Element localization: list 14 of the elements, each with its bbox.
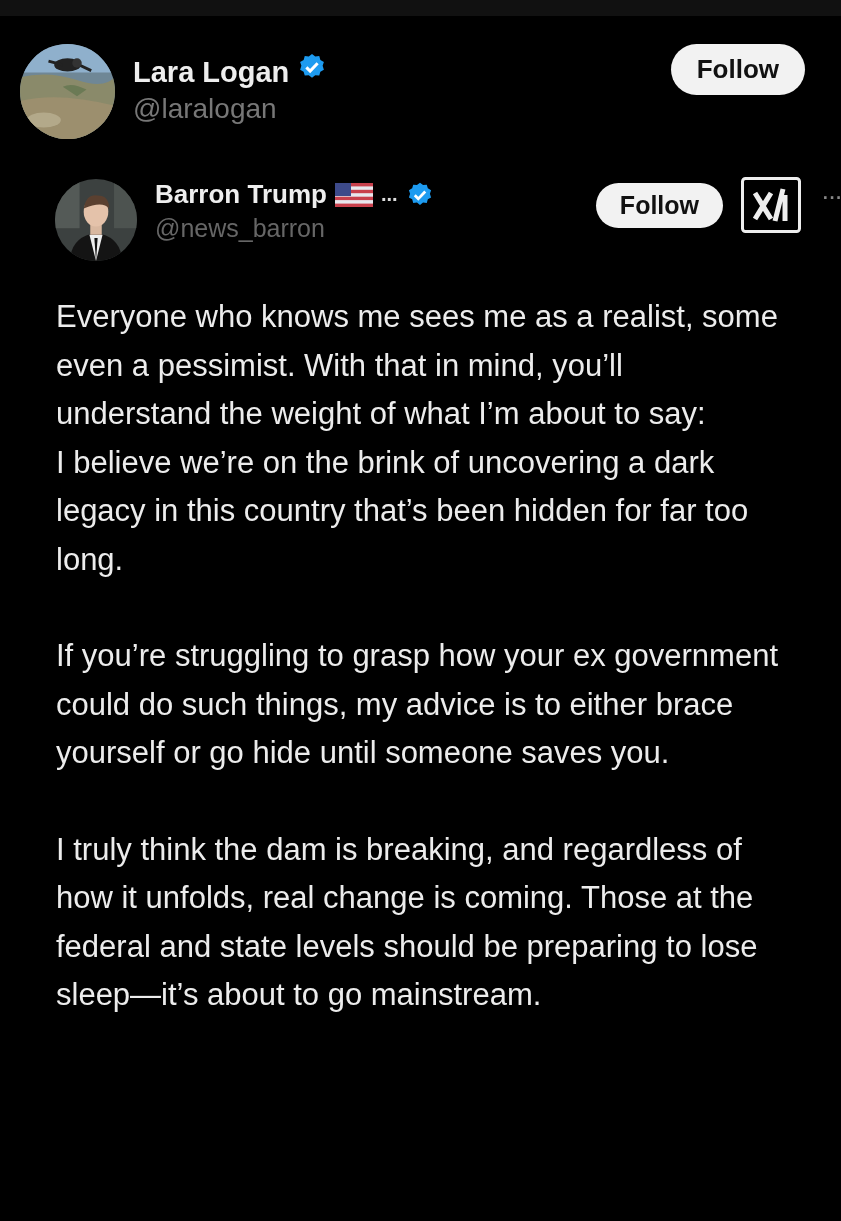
post-text: I believe we’re on the brink of uncovering a dark legacy in this country that’s been hidden for far too long. bbox=[56, 443, 750, 579]
post-text: I truly think the dam is breaking, and regardless of how it unfolds, real change is coming. Those at the federal and state levels should be preparing to lose sleep—it’s about to go mainstream. bbox=[56, 830, 759, 1014]
post-text: Everyone who knows me sees me as a realist, some even a pessimist. With that in mind, you’ll understand the weight of what I’m about to say: bbox=[56, 298, 779, 433]
flag-icon bbox=[334, 182, 373, 207]
follow-button[interactable]: Follow bbox=[595, 183, 723, 228]
post-text: If you’re struggling to grasp how your ex government could do such things, my advice is to either brace yourself or go hide until someone saves you. bbox=[56, 637, 779, 772]
name-ellipsis: ... bbox=[380, 183, 398, 206]
author-handle[interactable]: @laralogan bbox=[133, 93, 277, 125]
author-handle[interactable]: @news_barron bbox=[155, 214, 325, 243]
follow-button[interactable]: Follow bbox=[670, 44, 805, 95]
author-name: Barron Trump bbox=[155, 179, 327, 210]
author-name: Lara Logan bbox=[133, 56, 290, 89]
logo-icon[interactable] bbox=[741, 177, 801, 233]
more-button[interactable]: ··· bbox=[821, 181, 841, 212]
